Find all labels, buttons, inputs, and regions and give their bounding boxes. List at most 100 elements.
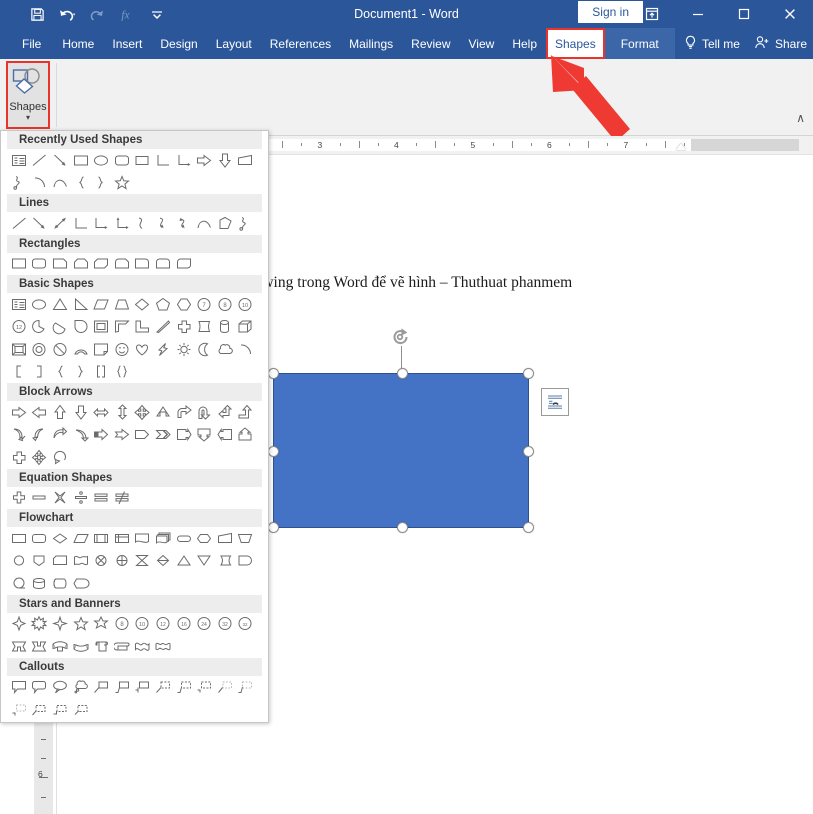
shape-hexagon-icon[interactable] bbox=[174, 294, 195, 315]
shape-line-callout-2-icon[interactable] bbox=[112, 677, 133, 698]
shape-line-icon[interactable] bbox=[30, 150, 51, 171]
shape-line-callout-2-no-border-icon[interactable] bbox=[236, 677, 257, 698]
shape-elbow-arrow-connector-icon[interactable] bbox=[174, 150, 195, 171]
shape-snip-same-side-corner-icon[interactable] bbox=[71, 254, 92, 275]
shape-line-callout-6-border-icon[interactable] bbox=[71, 699, 92, 720]
shape-down-ribbon-icon[interactable] bbox=[30, 636, 51, 657]
shape-four-way-arrow-icon[interactable] bbox=[133, 402, 154, 423]
shape-star-4-point-icon[interactable] bbox=[50, 614, 71, 635]
shape-cloud-icon[interactable] bbox=[215, 339, 236, 360]
shape-snip-and-round-corner-icon[interactable] bbox=[112, 254, 133, 275]
close-icon[interactable] bbox=[767, 0, 813, 28]
shape-pentagon-icon[interactable] bbox=[153, 294, 174, 315]
shape-round-diagonal-corner-icon[interactable] bbox=[174, 254, 195, 275]
shape-cloud-callout-icon[interactable] bbox=[71, 677, 92, 698]
shape-dodecagon-icon[interactable]: 12 bbox=[9, 317, 30, 338]
shapes-button-caret-icon[interactable]: ▾ bbox=[26, 114, 30, 122]
resize-handle-middle-left[interactable] bbox=[268, 446, 279, 457]
shape-arc-icon[interactable] bbox=[236, 339, 257, 360]
shape-flowchart-delay-icon[interactable] bbox=[236, 551, 257, 572]
shape-elbow-connector-icon[interactable] bbox=[153, 150, 174, 171]
redo-icon[interactable] bbox=[82, 1, 112, 27]
shape-oval-icon[interactable] bbox=[91, 150, 112, 171]
shape-line-callout-3-icon[interactable] bbox=[133, 677, 154, 698]
shape-cross-arrow-icon[interactable] bbox=[9, 447, 30, 468]
shape-line-callout-1-border-icon[interactable] bbox=[153, 677, 174, 698]
shape-up-arrow-icon[interactable] bbox=[50, 402, 71, 423]
shape-plaque-icon[interactable] bbox=[194, 317, 215, 338]
shape-elbow-arrow-connector-icon[interactable] bbox=[91, 213, 112, 234]
shape-flowchart-off-page-connector-icon[interactable] bbox=[30, 551, 51, 572]
shape-curved-right-arrow-icon[interactable] bbox=[9, 425, 30, 446]
tab-layout[interactable]: Layout bbox=[207, 28, 261, 59]
shape-flowchart-summing-junction-icon[interactable] bbox=[91, 551, 112, 572]
resize-handle-middle-right[interactable] bbox=[523, 446, 534, 457]
shape-curved-down-ribbon-icon[interactable] bbox=[71, 636, 92, 657]
layout-options-button[interactable] bbox=[541, 388, 569, 416]
shape-isosceles-triangle-icon[interactable] bbox=[50, 294, 71, 315]
shape-star-4-icon[interactable] bbox=[9, 614, 30, 635]
shape-double-wave-icon[interactable] bbox=[153, 636, 174, 657]
shape-line-icon[interactable] bbox=[9, 213, 30, 234]
shape-flowchart-process-icon[interactable] bbox=[9, 528, 30, 549]
shape-line-arrow-icon[interactable] bbox=[50, 150, 71, 171]
shape-flowchart-stored-data-icon[interactable] bbox=[215, 551, 236, 572]
shape-heart-icon[interactable] bbox=[133, 339, 154, 360]
shape-curve-icon[interactable] bbox=[194, 213, 215, 234]
shape-can-icon[interactable] bbox=[215, 317, 236, 338]
shape-flowchart-predefined-process-icon[interactable] bbox=[91, 528, 112, 549]
shape-line-callout-1-no-border-icon[interactable] bbox=[215, 677, 236, 698]
tab-mailings[interactable]: Mailings bbox=[340, 28, 402, 59]
shape-left-up-arrow-icon[interactable] bbox=[215, 402, 236, 423]
shape-flowchart-punched-tape-icon[interactable] bbox=[71, 551, 92, 572]
shape-diagonal-stripe-icon[interactable] bbox=[153, 317, 174, 338]
shape-rectangle-icon[interactable] bbox=[9, 254, 30, 275]
shape-pentagon-arrow-icon[interactable] bbox=[133, 425, 154, 446]
shape-star-5-icon[interactable] bbox=[112, 173, 133, 194]
shape-star-12-icon[interactable]: 16 bbox=[174, 614, 195, 635]
shape-striped-right-arrow-icon[interactable] bbox=[91, 425, 112, 446]
shape-flowchart-data-icon[interactable] bbox=[71, 528, 92, 549]
shape-plus-sign-icon[interactable] bbox=[9, 488, 30, 509]
selected-shape-container[interactable] bbox=[268, 328, 569, 533]
shape-decagon-icon[interactable]: 10 bbox=[236, 294, 257, 315]
shape-chevron-arrow-icon[interactable] bbox=[153, 425, 174, 446]
shape-bevel-icon[interactable] bbox=[9, 339, 30, 360]
shape-curved-up-arrow-icon[interactable] bbox=[50, 425, 71, 446]
shape-donut-icon[interactable] bbox=[30, 339, 51, 360]
shape-block-arc-icon[interactable] bbox=[71, 339, 92, 360]
shape-u-turn-arrow-icon[interactable] bbox=[194, 402, 215, 423]
resize-handle-bottom-right[interactable] bbox=[523, 522, 534, 533]
shape-elbow-double-arrow-connector-icon[interactable] bbox=[112, 213, 133, 234]
shape-right-brace-icon[interactable] bbox=[71, 362, 92, 383]
shape-flowchart-collate-icon[interactable] bbox=[133, 551, 154, 572]
shape-diamond-icon[interactable] bbox=[133, 294, 154, 315]
resize-handle-bottom-left[interactable] bbox=[268, 522, 279, 533]
resize-handle-bottom-center[interactable] bbox=[396, 522, 408, 533]
tell-me-button[interactable]: Tell me bbox=[684, 35, 740, 53]
shape-flowchart-terminator-icon[interactable] bbox=[174, 528, 195, 549]
shape-flowchart-merge-icon[interactable] bbox=[194, 551, 215, 572]
shape-flowchart-display-icon[interactable] bbox=[71, 573, 92, 594]
shape-trapezoid-icon[interactable] bbox=[112, 294, 133, 315]
shape-cube-icon[interactable] bbox=[236, 317, 257, 338]
shape-line-arrow-icon[interactable] bbox=[30, 213, 51, 234]
shape-down-arrow-icon[interactable] bbox=[215, 150, 236, 171]
shape-oval-callout-icon[interactable] bbox=[50, 677, 71, 698]
shape-oval-icon[interactable] bbox=[30, 294, 51, 315]
shape-right-triangle-icon[interactable] bbox=[71, 294, 92, 315]
collapse-ribbon-button[interactable]: ∧ bbox=[796, 111, 805, 125]
shape-left-arrow-callout-icon[interactable] bbox=[215, 425, 236, 446]
share-button[interactable]: Share bbox=[754, 35, 807, 53]
tab-design[interactable]: Design bbox=[151, 28, 206, 59]
shape-star-24-icon[interactable]: 32 bbox=[215, 614, 236, 635]
shape-flowchart-manual-input-icon[interactable] bbox=[215, 528, 236, 549]
shape-flowchart-sequential-access-storage-icon[interactable] bbox=[9, 573, 30, 594]
shape-curved-connector-icon[interactable] bbox=[133, 213, 154, 234]
shape-smiley-face-icon[interactable] bbox=[112, 339, 133, 360]
shape-no-symbol-icon[interactable] bbox=[50, 339, 71, 360]
shape-flowchart-connector-icon[interactable] bbox=[9, 551, 30, 572]
shape-half-frame-icon[interactable] bbox=[112, 317, 133, 338]
shape-curved-up-ribbon-icon[interactable] bbox=[50, 636, 71, 657]
shape-chord-icon[interactable] bbox=[50, 317, 71, 338]
